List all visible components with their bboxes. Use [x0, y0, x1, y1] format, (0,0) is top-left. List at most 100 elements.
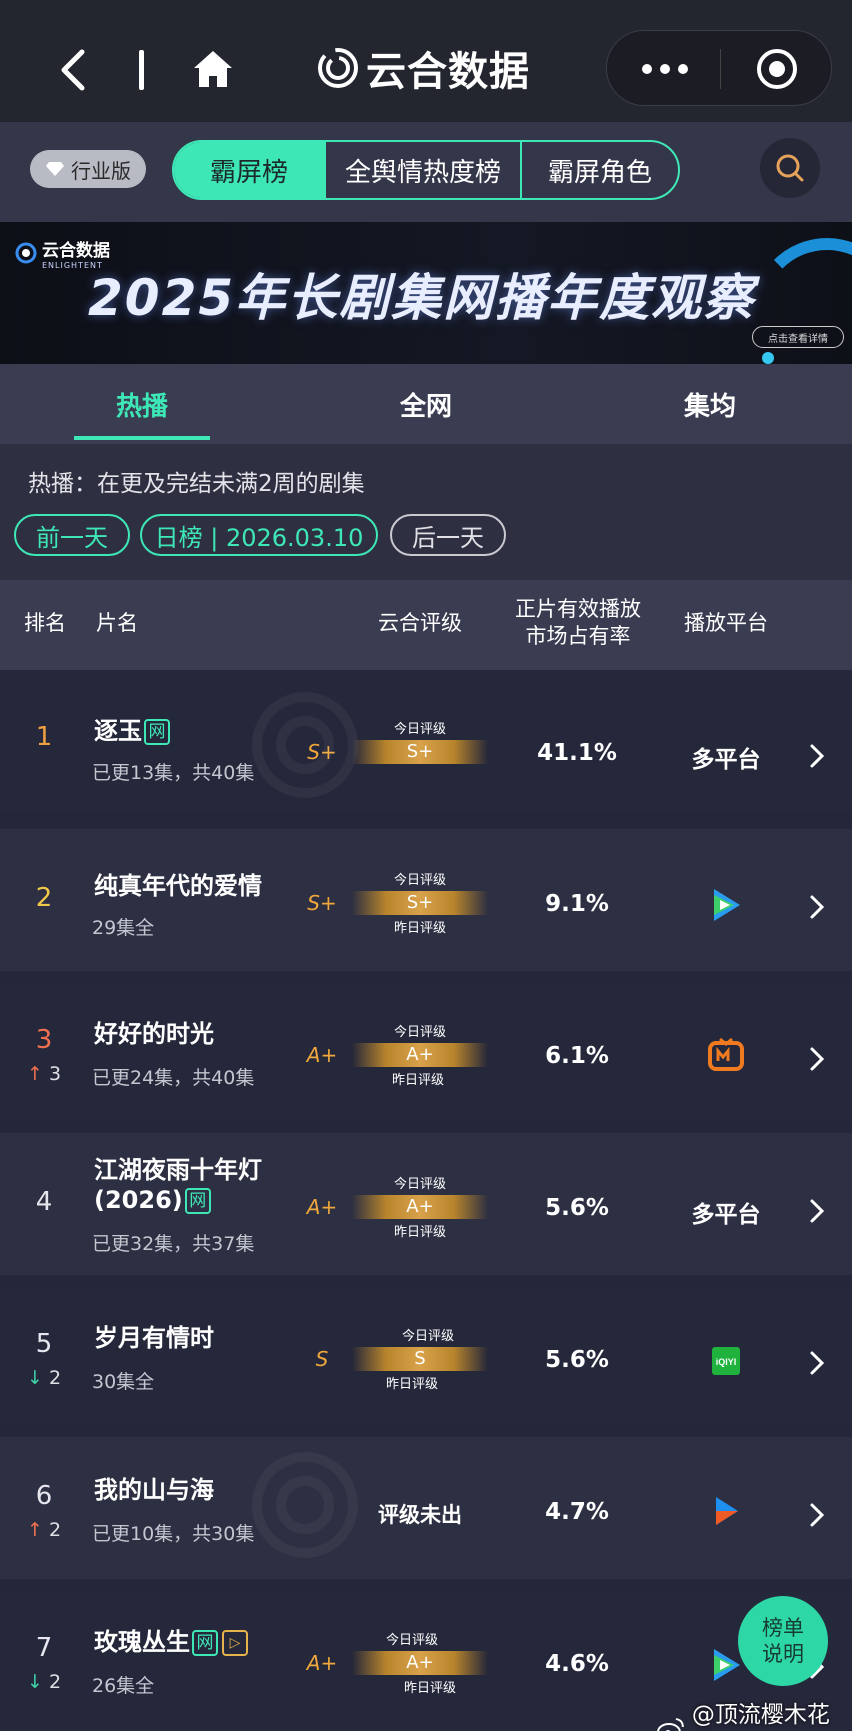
- chevron-right-icon[interactable]: [808, 1349, 826, 1377]
- drama-title: 江湖夜雨十年灯 (2026) 网: [94, 1155, 262, 1215]
- table-row[interactable]: 5 ↓ 2 岁月有情时 30集全 S 今日评级 S 昨日评级 5.6% iQIY…: [0, 1285, 852, 1427]
- banner-detail-button[interactable]: 点击查看详情: [752, 326, 844, 348]
- date-selector[interactable]: 日榜 | 2026.03.10: [140, 514, 378, 556]
- web-drama-tag: 网: [192, 1630, 218, 1656]
- app-brand: 云合数据: [316, 40, 530, 96]
- drama-title-text: 江湖夜雨十年灯: [94, 1156, 262, 1184]
- grade-yesterday: S: [315, 1347, 329, 1371]
- exclusive-play-tag: ▷: [222, 1630, 248, 1656]
- drama-title: 纯真年代的爱情: [94, 871, 262, 901]
- trend-down-icon: ↓: [26, 1367, 43, 1389]
- ranking-selector-bar: 行业版 霸屏榜 全舆情热度榜 霸屏角色: [0, 122, 852, 222]
- trend-value: 2: [48, 1519, 62, 1541]
- episode-status: 26集全: [92, 1675, 155, 1697]
- chevron-right-icon[interactable]: [808, 1501, 826, 1529]
- yesterday-grade-label: 昨日评级: [394, 1225, 447, 1240]
- episode-status: 已更10集，共30集: [92, 1523, 255, 1545]
- today-grade-label: 今日评级: [394, 722, 447, 737]
- trend-up-icon: ↑: [26, 1063, 43, 1085]
- rank-number: 1: [35, 722, 53, 752]
- ranking-segment-control: 霸屏榜 全舆情热度榜 霸屏角色: [172, 140, 680, 200]
- segment-public-opinion[interactable]: 全舆情热度榜: [326, 142, 522, 198]
- ranking-description: 热播：在更及完结未满2周的剧集: [28, 471, 365, 497]
- grade-bar: A+: [352, 1651, 488, 1675]
- divider: [139, 50, 144, 90]
- drama-title-text: 好好的时光: [94, 1020, 214, 1048]
- market-share: 9.1%: [545, 891, 609, 917]
- header-share-line2: 市场占有率: [525, 624, 631, 648]
- episode-status: 已更13集，共40集: [92, 762, 255, 784]
- tab-per-episode[interactable]: 集均: [642, 364, 778, 444]
- edition-badge[interactable]: 行业版: [30, 150, 146, 188]
- chevron-right-icon[interactable]: [808, 742, 826, 770]
- mango-tv-icon: [708, 1037, 744, 1071]
- today-grade-label: 今日评级: [402, 1329, 455, 1344]
- mini-program-capsule: [606, 30, 832, 106]
- drama-title: 玫瑰丛生网 ▷: [94, 1627, 248, 1657]
- rank-number: 5: [35, 1329, 53, 1359]
- tab-hot[interactable]: 热播: [74, 364, 210, 444]
- market-share: 41.1%: [537, 740, 617, 766]
- yesterday-grade-label: 昨日评级: [392, 1073, 445, 1088]
- table-row[interactable]: 2 纯真年代的爱情 29集全 S+ 今日评级 S+ 昨日评级 9.1%: [0, 829, 852, 971]
- drama-title-text: 玫瑰丛生: [94, 1628, 190, 1656]
- market-share: 6.1%: [545, 1043, 609, 1069]
- weibo-icon: [657, 1718, 684, 1731]
- active-tab-indicator: [74, 436, 210, 440]
- chevron-right-icon[interactable]: [808, 1045, 826, 1073]
- table-row[interactable]: 6 ↑ 2 我的山与海 已更10集，共30集 评级未出 4.7%: [0, 1437, 852, 1579]
- grade-yesterday: S+: [307, 740, 337, 764]
- annual-report-banner[interactable]: 云合数据 ENLIGHTENT 2025年长剧集网播年度观察 点击查看详情: [0, 222, 852, 364]
- top-nav-bar: 云合数据: [0, 0, 852, 122]
- market-share: 5.6%: [545, 1347, 609, 1373]
- grade-bar: A+: [352, 1195, 488, 1219]
- drama-title-text: 纯真年代的爱情: [94, 872, 262, 900]
- rank-trend: ↑ 3: [0, 1063, 88, 1085]
- today-grade-label: 今日评级: [386, 1633, 439, 1648]
- rank-trend: ↓ 2: [0, 1671, 88, 1693]
- segment-dominance-role[interactable]: 霸屏角色: [522, 142, 678, 198]
- rating-not-available: 评级未出: [378, 1503, 462, 1527]
- search-button[interactable]: [760, 138, 820, 198]
- diamond-icon: [46, 162, 64, 176]
- episode-status: 已更24集，共40集: [92, 1067, 255, 1089]
- platform-label: 多平台: [691, 747, 761, 773]
- drama-title: 逐玉网: [94, 716, 170, 746]
- grade-bar: S: [352, 1347, 488, 1371]
- table-row[interactable]: 1 逐玉网 已更13集，共40集 S+ 今日评级 S+ 41.1% 多平台: [0, 670, 852, 812]
- market-share: 4.7%: [545, 1499, 609, 1525]
- segment-dominance-chart[interactable]: 霸屏榜: [174, 142, 326, 198]
- table-row[interactable]: 4 江湖夜雨十年灯 (2026) 网 已更32集，共37集 A+ 今日评级 A+ 昨…: [0, 1133, 852, 1275]
- header-share-line1: 正片有效播放: [515, 597, 641, 621]
- ranking-explanation-button[interactable]: 榜单 说明: [738, 1596, 828, 1686]
- weibo-watermark: @顶流樱木花道: [656, 1695, 852, 1731]
- drama-title-text: 岁月有情时: [94, 1324, 214, 1352]
- drama-title: 好好的时光: [94, 1019, 214, 1049]
- yunhe-logo-icon: [15, 242, 37, 264]
- next-day-button[interactable]: 后一天: [390, 514, 506, 556]
- rank-number: 3: [35, 1025, 53, 1055]
- more-dots-icon[interactable]: [639, 55, 691, 83]
- episode-status: 已更32集，共37集: [92, 1233, 255, 1255]
- search-icon: [776, 154, 804, 182]
- today-grade-label: 今日评级: [394, 873, 447, 888]
- chevron-right-icon[interactable]: [808, 1197, 826, 1225]
- prev-day-button[interactable]: 前一天: [14, 514, 130, 556]
- yesterday-grade-label: 昨日评级: [386, 1377, 439, 1392]
- ranking-info: 热播：在更及完结未满2周的剧集 前一天 日榜 | 2026.03.10 后一天: [0, 444, 852, 580]
- back-arrow-icon[interactable]: [58, 48, 88, 92]
- header-platform: 播放平台: [684, 611, 768, 635]
- trend-up-icon: ↑: [26, 1519, 43, 1541]
- web-drama-tag: 网: [184, 1188, 211, 1214]
- table-row[interactable]: 3 ↑ 3 好好的时光 已更24集，共40集 A+ 今日评级 A+ 昨日评级 6…: [0, 981, 852, 1123]
- market-share: 4.6%: [545, 1651, 609, 1677]
- close-target-icon[interactable]: [755, 47, 799, 91]
- chevron-right-icon[interactable]: [808, 893, 826, 921]
- drama-title: 我的山与海: [94, 1475, 214, 1505]
- home-icon[interactable]: [192, 48, 234, 90]
- market-share: 5.6%: [545, 1195, 609, 1221]
- trend-value: 2: [48, 1671, 62, 1693]
- header-rank: 排名: [24, 611, 66, 635]
- fab-line2: 说明: [762, 1642, 804, 1666]
- tab-all-net[interactable]: 全网: [358, 364, 494, 444]
